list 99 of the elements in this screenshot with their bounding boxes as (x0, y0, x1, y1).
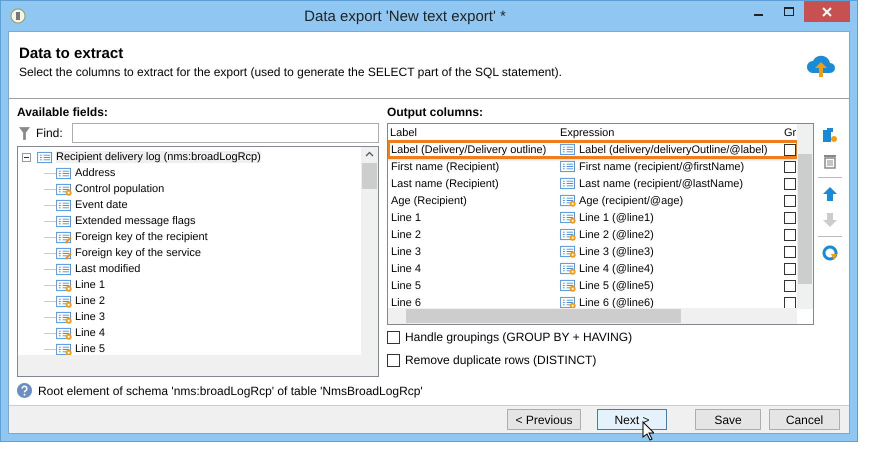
maximize-icon[interactable] (784, 6, 794, 16)
checkbox[interactable] (784, 296, 796, 308)
tree-item[interactable]: Last modified (75, 263, 140, 275)
window-title: Data export 'New text export' * (303, 8, 507, 24)
trash-icon[interactable] (822, 153, 838, 169)
table-cell-text: Line 6 (390, 296, 422, 308)
field-key-icon (56, 246, 73, 260)
section-heading: Available fields: (17, 105, 109, 119)
find-field[interactable] (72, 123, 379, 143)
table-cell-text: First name (Recipient) (390, 160, 500, 172)
column-header[interactable]: Expression (560, 126, 784, 138)
field-list-icon (560, 143, 577, 156)
add-column-icon[interactable] (822, 127, 838, 143)
up-arrow-icon[interactable] (822, 186, 838, 202)
field-list-icon (560, 177, 577, 190)
field-gear-icon (560, 279, 577, 292)
column-header[interactable]: Gr (784, 126, 798, 138)
table-cell-text: Age (Recipient) (390, 194, 468, 206)
field-list-icon (560, 160, 577, 173)
checkbox[interactable] (784, 178, 796, 190)
scroll-up-icon[interactable] (365, 151, 374, 157)
field-list-icon (56, 262, 73, 276)
scrollbar[interactable] (388, 308, 797, 324)
close-button[interactable] (804, 1, 850, 22)
scroll-thumb[interactable] (362, 163, 377, 189)
scrollbar[interactable] (797, 124, 813, 309)
table-cell: Label (delivery/deliveryOutline/@label) (579, 144, 768, 156)
tree-item[interactable]: Control population (75, 183, 164, 195)
tree-item[interactable]: Extended message flags (75, 215, 196, 227)
table-cell-text: Line 3 (390, 246, 422, 258)
field-gear-icon (560, 194, 577, 207)
table-cell: Line 6 (@line6) (579, 296, 654, 308)
table-cell-text: Line 2 (390, 228, 422, 240)
expander-toggle[interactable] (22, 152, 31, 162)
checkbox[interactable] (784, 280, 796, 292)
tree-item[interactable]: Line 4 (75, 327, 105, 339)
pie-chart-icon[interactable] (822, 245, 838, 261)
tree-item[interactable]: Address (75, 167, 116, 179)
table-cell-text: Line 5 (390, 280, 422, 292)
checkbox[interactable] (387, 354, 400, 366)
field-gear-icon (56, 294, 73, 308)
checkbox-label: Remove duplicate rows (DISTINCT) (405, 353, 596, 367)
checkbox[interactable] (784, 144, 796, 156)
field-list-icon (56, 166, 73, 180)
field-list-icon (56, 214, 73, 228)
table-cell-text: Line 1 (390, 212, 422, 224)
table-cell-text: Last name (Recipient) (390, 178, 500, 190)
tree-item[interactable]: Line 3 (75, 311, 105, 323)
field-gear-icon (56, 310, 73, 324)
table-cell: Line 4 (@line4) (579, 262, 654, 274)
field-gear-icon (560, 296, 577, 309)
field-key-icon (56, 230, 73, 244)
page-description: Select the columns to extract for the export (used to generate the SELECT part of the SQL statement). (19, 65, 563, 79)
field-gear-icon (560, 262, 577, 275)
field-list-icon (37, 150, 54, 164)
table-cell: Line 2 (@line2) (579, 228, 654, 240)
page-title: Data to extract (19, 45, 124, 62)
tree-item[interactable]: Line 1 (75, 279, 105, 291)
checkbox[interactable] (387, 330, 400, 344)
selected-row[interactable]: Label (Delivery/Delivery outline) Label (delivery/deliveryOutline/@label) (388, 141, 798, 158)
checkbox[interactable] (784, 212, 796, 224)
section-heading: Output columns: (387, 105, 484, 119)
field-gear-icon (560, 228, 577, 241)
table-cell-text: Line 4 (390, 262, 422, 274)
table-cell-text: Label (Delivery/Delivery outline) (390, 144, 548, 156)
column-header[interactable]: Label (388, 126, 560, 138)
field-gear-icon (56, 326, 73, 340)
field-list-icon (56, 198, 73, 212)
table-cell: Line 5 (@line5) (579, 280, 654, 292)
table-cell: Line 3 (@line3) (579, 246, 654, 258)
tree-item[interactable]: Event date (75, 199, 128, 211)
table-cell: First name (recipient/@firstName) (579, 160, 744, 172)
checkbox[interactable] (784, 160, 796, 172)
status-text: Root element of schema 'nms:broadLogRcp' of table 'NmsBroadLogRcp' (38, 384, 423, 398)
table-cell: Last name (recipient/@lastName) (579, 178, 744, 190)
checkbox[interactable] (784, 262, 796, 274)
checkbox[interactable] (784, 194, 796, 206)
app-icon (10, 8, 26, 24)
checkbox-label: Handle groupings (GROUP BY + HAVING) (405, 330, 632, 344)
field-gear-icon (56, 182, 73, 196)
field-gear-icon (560, 245, 577, 258)
tree-item[interactable]: Foreign key of the recipient (75, 231, 208, 243)
close-icon (822, 6, 832, 16)
checkbox[interactable] (784, 228, 796, 240)
find-label: Find: (36, 126, 64, 140)
tree-item[interactable]: Foreign key of the service (75, 247, 201, 259)
table-cell: Line 1 (@line1) (579, 212, 654, 224)
field-gear-icon (560, 211, 577, 224)
tree-item[interactable]: Line 5 (75, 343, 105, 355)
tree-item[interactable]: Recipient delivery log (nms:broadLogRcp) (56, 151, 261, 163)
dialog-button[interactable]: Cancel (769, 409, 840, 430)
help-icon (17, 383, 32, 398)
tree-item[interactable]: Line 2 (75, 295, 105, 307)
field-gear-icon (56, 278, 73, 292)
dialog-button[interactable]: Save (695, 409, 761, 430)
dialog-button[interactable]: < Previous (507, 409, 581, 430)
filter-icon (19, 126, 30, 140)
checkbox[interactable] (784, 246, 796, 258)
table-cell: Age (recipient/@age) (579, 194, 684, 206)
